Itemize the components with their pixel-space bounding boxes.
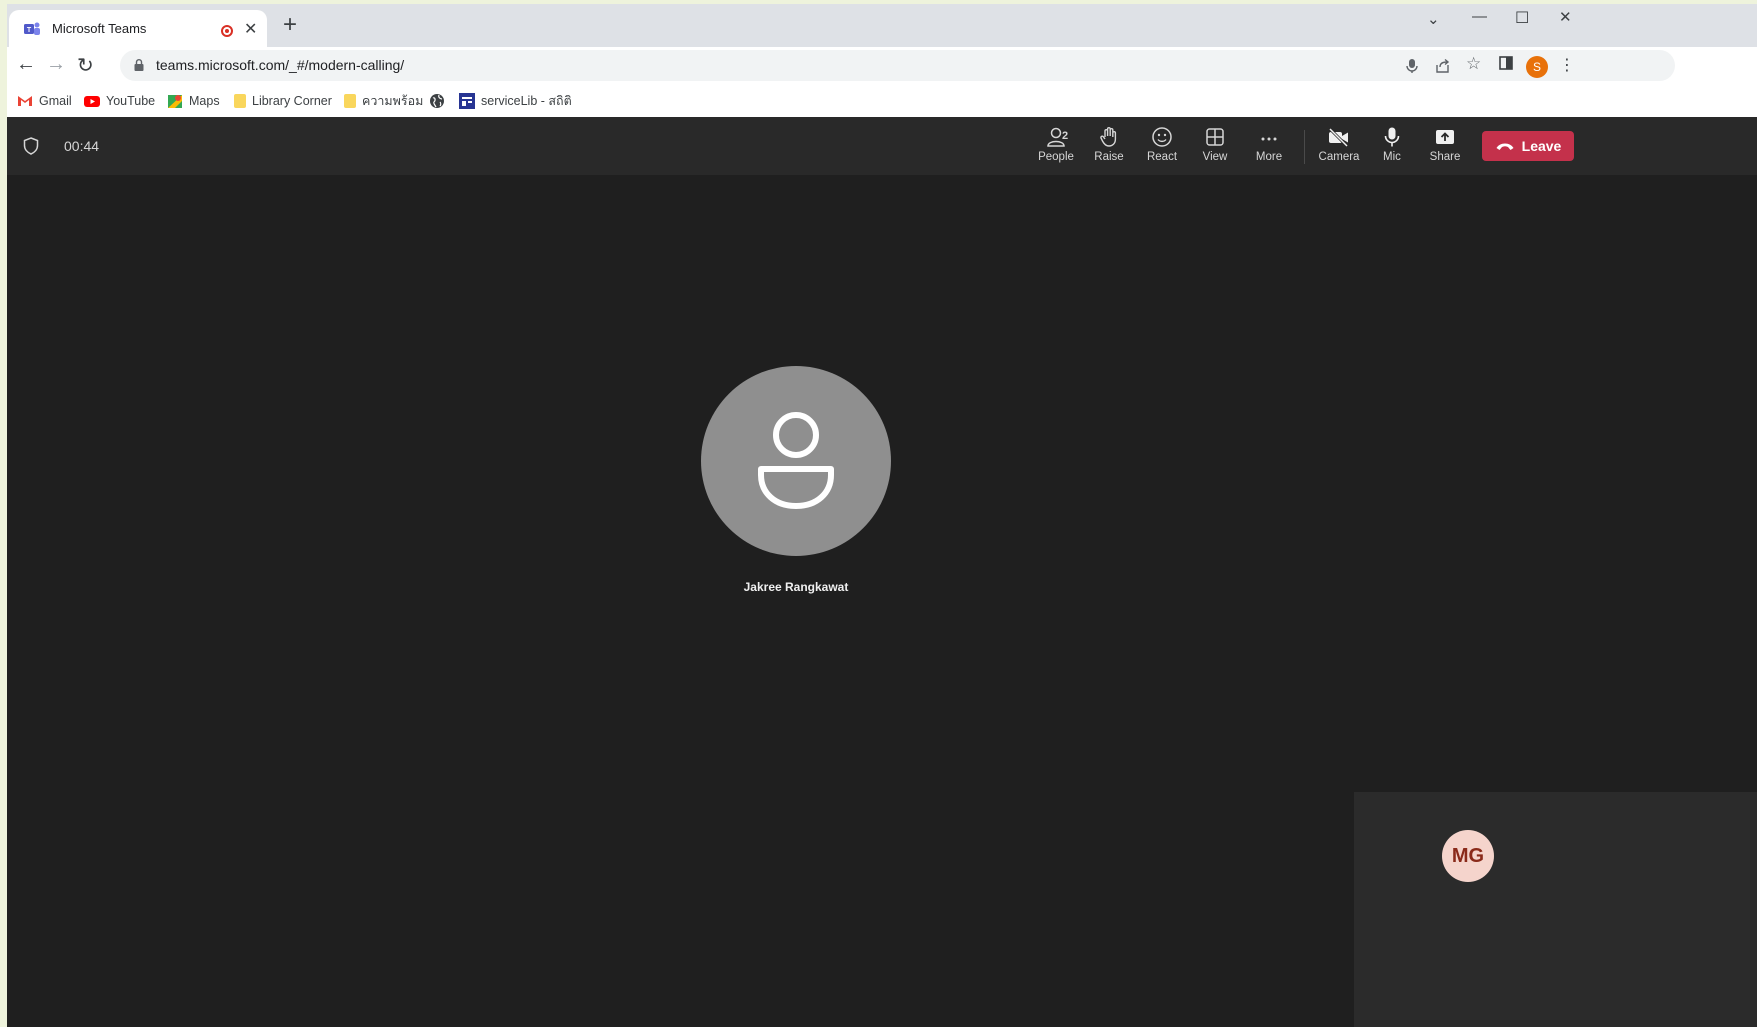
- tab-close-icon[interactable]: ✕: [244, 19, 257, 39]
- share-button[interactable]: Share: [1417, 126, 1473, 168]
- meeting-control-bar: 00:44 2 People Raise React View More Cam…: [7, 117, 1757, 175]
- raise-hand-button[interactable]: Raise: [1081, 126, 1137, 168]
- folder-icon: [344, 94, 356, 108]
- camera-button[interactable]: Camera: [1311, 126, 1367, 168]
- bookmark-library-corner[interactable]: Library Corner: [234, 91, 332, 111]
- microphone-icon: [1384, 127, 1400, 147]
- meeting-timer: 00:44: [64, 138, 100, 154]
- bookmark-globe[interactable]: [429, 91, 451, 111]
- bookmark-folder-thai[interactable]: ความพร้อม: [344, 91, 423, 111]
- back-button[interactable]: ←: [16, 53, 36, 76]
- browser-toolbar: ← → ↻ teams.microsoft.com/_#/modern-call…: [7, 47, 1757, 85]
- lock-icon: [134, 59, 144, 71]
- close-window-button[interactable]: ✕: [1559, 8, 1572, 26]
- globe-icon: [430, 94, 444, 108]
- hang-up-icon: [1496, 143, 1514, 150]
- tab-microsoft-teams[interactable]: T Microsoft Teams ✕: [9, 10, 267, 47]
- teams-icon: T: [24, 22, 40, 35]
- person-icon: [758, 412, 834, 509]
- svg-text:T: T: [27, 27, 32, 34]
- youtube-icon: [84, 96, 100, 107]
- camera-off-icon: [1328, 127, 1349, 148]
- profile-avatar[interactable]: S: [1526, 56, 1548, 78]
- more-options-icon: [1261, 137, 1277, 141]
- address-bar[interactable]: teams.microsoft.com/_#/modern-calling/ ☆: [120, 50, 1675, 81]
- maps-icon: [168, 95, 182, 108]
- maximize-button[interactable]: ☐: [1515, 8, 1529, 28]
- shield-icon[interactable]: [23, 137, 39, 155]
- side-panel-icon[interactable]: [1499, 56, 1513, 70]
- grid-view-icon: [1206, 128, 1224, 146]
- browser-window: T Microsoft Teams ✕ + ⌄ — ☐ ✕ ← → ↻ team…: [7, 4, 1757, 1027]
- url-text: teams.microsoft.com/_#/modern-calling/: [156, 57, 405, 73]
- minimize-button[interactable]: —: [1472, 8, 1487, 25]
- microphone-icon[interactable]: [1405, 58, 1419, 74]
- servicelib-icon: [459, 93, 475, 109]
- gmail-icon: [18, 96, 32, 106]
- more-button[interactable]: More: [1241, 126, 1297, 168]
- bookmark-maps[interactable]: Maps: [167, 91, 220, 111]
- bookmarks-bar: Gmail YouTube Maps Library Corner ความพร…: [7, 85, 1757, 118]
- people-count-badge: 2: [1062, 130, 1069, 142]
- react-button[interactable]: React: [1134, 126, 1190, 168]
- emoji-icon: [1152, 127, 1172, 147]
- bookmark-gmail[interactable]: Gmail: [17, 91, 72, 111]
- bookmark-star-icon[interactable]: ☆: [1466, 54, 1481, 74]
- folder-icon: [234, 94, 246, 108]
- people-button[interactable]: 2 People: [1028, 126, 1084, 168]
- self-video-tile[interactable]: MG: [1354, 792, 1757, 1027]
- browser-menu-icon[interactable]: ⋮: [1559, 55, 1575, 75]
- reload-button[interactable]: ↻: [77, 53, 94, 78]
- mic-button[interactable]: Mic: [1364, 126, 1420, 168]
- bookmark-youtube[interactable]: YouTube: [84, 91, 155, 111]
- toolbar-divider: [1304, 130, 1305, 164]
- participant-avatar: [701, 366, 891, 556]
- new-tab-button[interactable]: +: [283, 13, 297, 37]
- raise-hand-icon: [1100, 127, 1117, 147]
- share-screen-icon: [1436, 130, 1454, 144]
- participant-name: Jakree Rangkawat: [743, 580, 849, 594]
- tab-title: Microsoft Teams: [52, 21, 147, 36]
- share-page-icon[interactable]: [1435, 58, 1451, 74]
- forward-button[interactable]: →: [46, 53, 66, 76]
- view-button[interactable]: View: [1187, 126, 1243, 168]
- leave-button[interactable]: Leave: [1482, 131, 1574, 161]
- tab-strip: T Microsoft Teams ✕ + ⌄ — ☐ ✕: [7, 4, 1757, 47]
- bookmark-servicelib[interactable]: serviceLib - สถิติ: [459, 91, 572, 111]
- tab-search-chevron-icon[interactable]: ⌄: [1427, 10, 1440, 28]
- self-avatar: MG: [1442, 830, 1494, 882]
- recording-indicator-icon: [221, 25, 233, 37]
